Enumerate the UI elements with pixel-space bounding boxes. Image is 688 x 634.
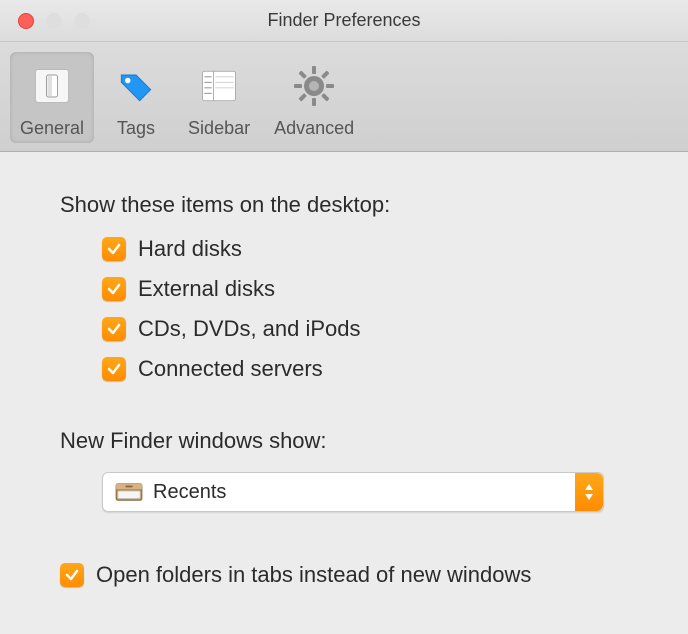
option-open-in-tabs[interactable]: Open folders in tabs instead of new wind… (60, 562, 638, 588)
select-value: Recents (153, 481, 226, 504)
option-label: External disks (138, 276, 275, 302)
tab-label: Tags (117, 118, 155, 139)
tab-advanced[interactable]: Advanced (264, 52, 364, 143)
close-window-button[interactable] (18, 13, 34, 29)
tab-sidebar[interactable]: Sidebar (178, 52, 260, 143)
zoom-window-button[interactable] (74, 13, 90, 29)
tab-label: Advanced (274, 118, 354, 139)
recents-icon (113, 479, 145, 505)
advanced-icon (286, 58, 342, 114)
chevron-up-down-icon (575, 473, 603, 511)
option-external-disks[interactable]: External disks (102, 276, 638, 302)
new-windows-heading: New Finder windows show: (60, 428, 638, 454)
content-pane: Show these items on the desktop: Hard di… (0, 152, 688, 588)
option-connected-servers[interactable]: Connected servers (102, 356, 638, 382)
window-controls (0, 13, 90, 29)
general-icon (24, 58, 80, 114)
option-hard-disks[interactable]: Hard disks (102, 236, 638, 262)
option-label: Open folders in tabs instead of new wind… (96, 562, 531, 588)
tab-label: Sidebar (188, 118, 250, 139)
window-title: Finder Preferences (0, 10, 688, 31)
new-windows-select[interactable]: Recents (102, 472, 604, 512)
checkbox-icon (102, 317, 126, 341)
option-cds-dvds-ipods[interactable]: CDs, DVDs, and iPods (102, 316, 638, 342)
checkbox-icon (60, 563, 84, 587)
option-label: Hard disks (138, 236, 242, 262)
tab-label: General (20, 118, 84, 139)
desktop-items-heading: Show these items on the desktop: (60, 192, 638, 218)
option-label: Connected servers (138, 356, 323, 382)
minimize-window-button[interactable] (46, 13, 62, 29)
toolbar: General Tags Sidebar (0, 42, 688, 152)
checkbox-icon (102, 277, 126, 301)
checkbox-icon (102, 237, 126, 261)
option-label: CDs, DVDs, and iPods (138, 316, 361, 342)
sidebar-icon (191, 58, 247, 114)
titlebar: Finder Preferences (0, 0, 688, 42)
tags-icon (108, 58, 164, 114)
checkbox-icon (102, 357, 126, 381)
tab-tags[interactable]: Tags (98, 52, 174, 143)
tab-general[interactable]: General (10, 52, 94, 143)
